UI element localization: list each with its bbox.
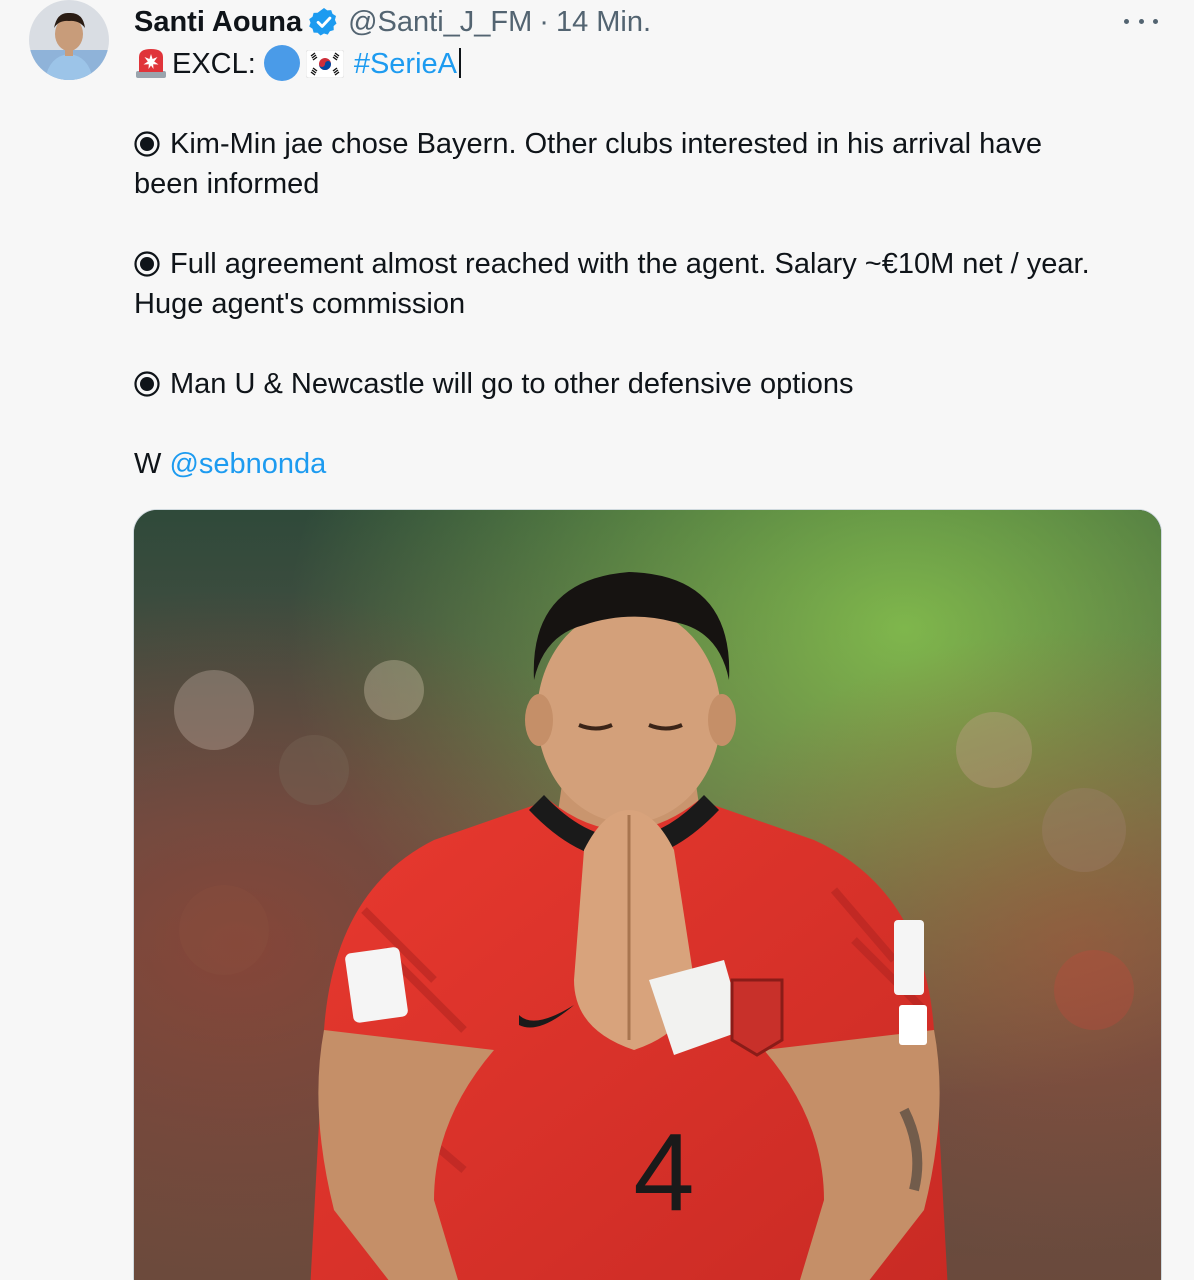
excl-label: EXCL: bbox=[172, 48, 256, 80]
south-korea-flag-emoji bbox=[305, 49, 345, 79]
separator-dot: · bbox=[539, 5, 549, 38]
bullet-text: Kim-Min jae chose Bayern. Other clubs in… bbox=[170, 128, 1042, 160]
bullet-line: Full agreement almost reached with the a… bbox=[134, 244, 1164, 284]
text-cursor bbox=[459, 48, 461, 78]
tweet: Santi Aouna @Santi_J_FM · 14 Min. EXCL: bbox=[0, 0, 1194, 1280]
jersey-number: 4 bbox=[633, 1111, 694, 1234]
avatar[interactable] bbox=[29, 0, 109, 80]
bullet-line: Kim-Min jae chose Bayern. Other clubs in… bbox=[134, 124, 1164, 164]
tweet-header: Santi Aouna @Santi_J_FM · 14 Min. bbox=[134, 2, 651, 42]
bullet-text: Full agreement almost reached with the a… bbox=[170, 248, 1090, 280]
author-handle[interactable]: @Santi_J_FM bbox=[348, 6, 532, 39]
blue-circle-emoji bbox=[263, 45, 300, 81]
more-options-icon[interactable] bbox=[1124, 6, 1158, 36]
bullet-line: Man U & Newcastle will go to other defen… bbox=[134, 364, 1164, 404]
bullet-text: Man U & Newcastle will go to other defen… bbox=[170, 368, 854, 400]
bullet-text-continued: Huge agent's commission bbox=[134, 288, 466, 320]
radio-button-icon bbox=[134, 368, 160, 397]
author-name[interactable]: Santi Aouna bbox=[134, 6, 302, 39]
tweet-photo[interactable]: 4 bbox=[133, 509, 1162, 1280]
tweet-timestamp[interactable]: 14 Min. bbox=[556, 6, 651, 39]
tweet-text: EXCL: #SerieA Kim-Min jae chose Bayern. … bbox=[134, 44, 1164, 484]
credit-line: W @sebnonda bbox=[134, 444, 1164, 484]
credit-prefix: W bbox=[134, 448, 162, 480]
rotating-light-icon bbox=[134, 47, 168, 79]
hashtag-link[interactable]: #SerieA bbox=[354, 48, 457, 80]
mention-link[interactable]: @sebnonda bbox=[169, 448, 326, 480]
excl-line: EXCL: #SerieA bbox=[134, 44, 1164, 84]
verified-badge-icon bbox=[308, 6, 340, 38]
radio-button-icon bbox=[134, 248, 160, 277]
bullet-text-continued: been informed bbox=[134, 168, 320, 200]
radio-button-icon bbox=[134, 128, 160, 157]
